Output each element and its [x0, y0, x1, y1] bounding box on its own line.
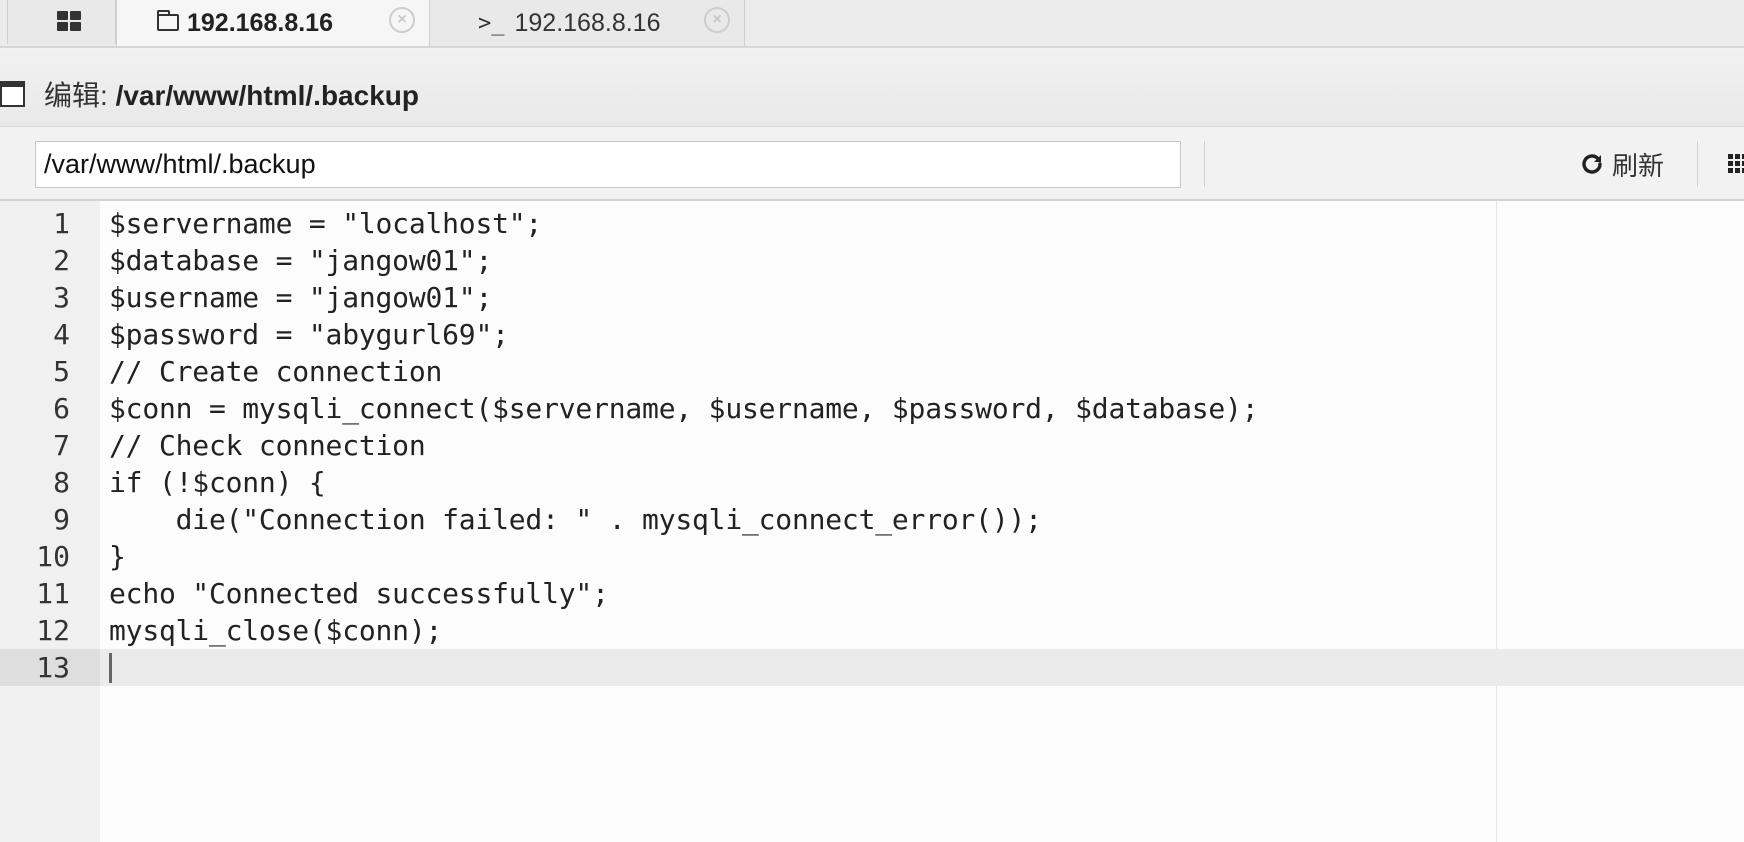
code-line[interactable]: 12 mysqli_close($conn); [0, 612, 1744, 649]
editor-toolbar: 刷新 [0, 127, 1744, 201]
terminal-icon: >_ [478, 10, 505, 36]
code-line[interactable]: 13 [0, 649, 1744, 686]
refresh-button[interactable]: 刷新 [1580, 143, 1664, 185]
code-text[interactable]: $password = "abygurl69"; [109, 316, 509, 353]
line-number: 7 [53, 429, 70, 462]
code-editor[interactable]: 1 $servername = "localhost"; 2 $database = … [0, 201, 1744, 842]
code-line[interactable]: 9 die("Connection failed: " . mysqli_con… [0, 501, 1744, 538]
line-number: 1 [53, 207, 70, 240]
line-number: 3 [53, 281, 70, 314]
editor-title-path: /var/www/html/.backup [115, 80, 419, 111]
line-number: 5 [53, 355, 70, 388]
tab-title: 192.168.8.16 [187, 8, 333, 37]
code-line[interactable]: 4 $password = "abygurl69"; [0, 316, 1744, 353]
tab-file-manager[interactable]: 192.168.8.16 × [116, 0, 430, 46]
window-icon [0, 81, 25, 107]
code-text[interactable]: } [109, 538, 126, 575]
line-number: 11 [36, 577, 70, 610]
code-text[interactable]: $servername = "localhost"; [109, 205, 542, 242]
app-grid-button[interactable] [7, 0, 116, 44]
code-line[interactable]: 3 $username = "jangow01"; [0, 279, 1744, 316]
code-line[interactable]: 7 // Check connection [0, 427, 1744, 464]
editor-title: 编辑: /var/www/html/.backup [44, 74, 419, 114]
code-text[interactable]: // Check connection [109, 427, 426, 464]
line-number: 13 [0, 649, 100, 686]
line-number: 9 [53, 503, 70, 536]
line-number: 4 [53, 318, 70, 351]
close-icon[interactable]: × [389, 7, 415, 33]
file-path-input[interactable] [35, 141, 1181, 188]
line-number: 2 [53, 244, 70, 277]
code-line[interactable]: 10} [0, 538, 1744, 575]
tab-terminal[interactable]: >_ 192.168.8.16 × [430, 0, 745, 46]
line-number: 12 [36, 614, 70, 647]
text-cursor [109, 653, 112, 683]
code-text[interactable]: die("Connection failed: " . mysqli_conne… [109, 501, 1042, 538]
code-line[interactable]: 1 $servername = "localhost"; [0, 205, 1744, 242]
code-lines: 1 $servername = "localhost"; 2 $database = … [0, 205, 1744, 686]
refresh-icon [1582, 154, 1602, 174]
code-line[interactable]: 5 // Create connection [0, 353, 1744, 390]
line-number: 10 [36, 540, 70, 573]
line-number: 8 [53, 466, 70, 499]
code-text[interactable]: // Create connection [109, 353, 442, 390]
code-text[interactable]: mysqli_close($conn); [109, 612, 442, 649]
refresh-label: 刷新 [1612, 150, 1665, 181]
folder-icon [157, 9, 179, 31]
code-line[interactable]: 2 $database = "jangow01"; [0, 242, 1744, 279]
close-icon[interactable]: × [704, 7, 730, 33]
code-line[interactable]: 6 $conn = mysqli_connect($servername, $us… [0, 390, 1744, 427]
code-text[interactable]: $database = "jangow01"; [109, 242, 492, 279]
tab-title: 192.168.8.16 [514, 8, 661, 37]
code-text[interactable]: if (!$conn) { [109, 464, 326, 501]
code-text[interactable]: $username = "jangow01"; [109, 279, 492, 316]
code-text[interactable]: $conn = mysqli_connect($servername, $use… [109, 390, 1259, 427]
toolbar-divider [1204, 141, 1205, 187]
code-text[interactable]: echo "Connected successfully"; [109, 575, 609, 612]
tab-bar: 192.168.8.16 × >_ 192.168.8.16 × [0, 0, 1744, 48]
editor-title-label: 编辑: [44, 80, 116, 111]
code-line[interactable]: 8 if (!$conn) { [0, 464, 1744, 501]
grid-menu-icon[interactable] [1728, 154, 1744, 174]
line-number: 6 [53, 392, 70, 425]
grid-icon [57, 11, 81, 31]
code-line[interactable]: 11 echo "Connected successfully"; [0, 575, 1744, 612]
toolbar-divider [1697, 141, 1698, 187]
